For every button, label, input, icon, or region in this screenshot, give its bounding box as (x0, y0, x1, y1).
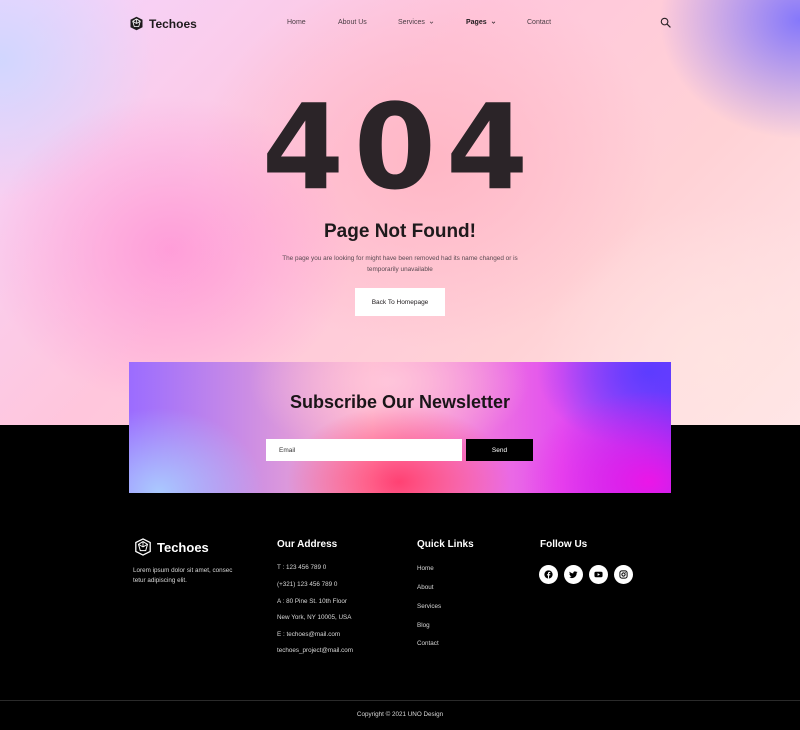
back-to-homepage-button[interactable]: Back To Homepage (355, 288, 445, 316)
nav-item-label: Services (398, 19, 425, 26)
address-line: New York, NY 10005, USA (277, 614, 352, 621)
logo-icon (130, 16, 143, 31)
nav-item-label: Pages (466, 19, 487, 26)
footer-brand-logo[interactable]: Techoes (134, 538, 209, 556)
error-description: The page you are looking for might have … (282, 255, 518, 273)
nav-item-label: Home (287, 19, 306, 26)
instagram-icon[interactable] (614, 565, 633, 584)
send-button[interactable]: Send (466, 439, 533, 461)
newsletter-title: Subscribe Our Newsletter (289, 392, 511, 412)
address-line: (+321) 123 456 789 0 (277, 581, 338, 588)
quick-links-heading: Quick Links (417, 539, 474, 550)
quick-link-contact[interactable]: Contact (417, 640, 439, 647)
quick-link-services[interactable]: Services (417, 603, 441, 610)
youtube-icon[interactable] (589, 565, 608, 584)
email-link[interactable]: E : techoes@mail.com (277, 631, 340, 638)
brand-name: Techoes (149, 16, 197, 31)
address-line: T : 123 456 789 0 (277, 564, 327, 571)
facebook-icon[interactable] (539, 565, 558, 584)
newsletter-section: Subscribe Our Newsletter Send (129, 362, 671, 493)
follow-heading: Follow Us (540, 539, 588, 550)
quick-link-home[interactable]: Home (417, 565, 434, 572)
email-link[interactable]: techoes_project@mail.com (277, 647, 353, 654)
twitter-icon[interactable] (564, 565, 583, 584)
social-links (539, 565, 633, 584)
nav-item-pages[interactable]: Pages (466, 19, 496, 26)
quick-link-about[interactable]: About (417, 584, 433, 591)
top-navigation: Techoes Home About Us Services Pages Con… (0, 0, 800, 48)
logo-icon (135, 538, 151, 556)
nav-item-services[interactable]: Services (398, 19, 434, 26)
search-icon[interactable] (660, 17, 671, 28)
address-heading: Our Address (277, 539, 338, 550)
chevron-down-icon (429, 21, 434, 24)
error-title: Page Not Found! (324, 221, 476, 242)
footer-about-text: Lorem ipsum dolor sit amet, consec tetur… (133, 567, 233, 584)
brand-logo[interactable]: Techoes (129, 16, 197, 31)
error-code: 404 (261, 78, 539, 216)
copyright-text: Copyright © 2021 UNO Design (356, 711, 444, 718)
email-field[interactable] (266, 439, 462, 461)
nav-item-label: Contact (527, 19, 552, 26)
footer-brand-name: Techoes (157, 539, 209, 555)
address-line: A : 80 Pine St. 10th Floor (277, 598, 348, 605)
nav-item-contact[interactable]: Contact (527, 19, 551, 26)
chevron-down-icon (491, 21, 495, 24)
nav-item-label: About Us (338, 19, 367, 26)
footer-divider (0, 700, 800, 701)
quick-link-blog[interactable]: Blog (417, 622, 430, 629)
nav-item-home[interactable]: Home (287, 19, 306, 26)
nav-item-about-us[interactable]: About Us (338, 19, 367, 26)
